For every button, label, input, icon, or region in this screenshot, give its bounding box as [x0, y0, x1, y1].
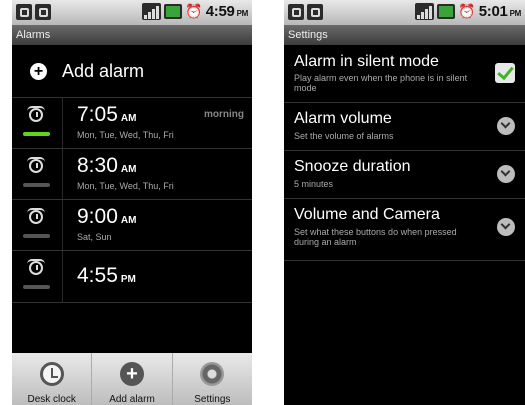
gear-icon	[200, 362, 225, 386]
sd-card-icon	[307, 4, 323, 20]
silent-mode-checkbox[interactable]	[495, 63, 515, 83]
alarm-row[interactable]: 9:00 AM Sat, Sun	[12, 199, 252, 251]
alarm-days: Sat, Sun	[77, 232, 112, 242]
sd-card-icon	[35, 4, 51, 20]
page-title: Settings	[284, 25, 525, 45]
signal-icon	[415, 3, 435, 20]
setting-snooze-duration[interactable]: Snooze duration 5 minutes	[284, 150, 525, 199]
alarm-toggle[interactable]	[12, 251, 63, 302]
alarm-clock-icon: ⏰	[458, 3, 476, 19]
alarm-toggle[interactable]	[12, 98, 63, 149]
signal-icon	[142, 3, 162, 20]
alarm-toggle[interactable]	[12, 200, 63, 251]
status-bar: ⏰ 5:01 PM	[284, 0, 525, 25]
settings-button[interactable]: Settings	[173, 353, 252, 405]
alarm-enabled-indicator	[23, 234, 50, 238]
status-bar: ⏰ 4:59 PM	[12, 0, 252, 25]
chevron-down-icon	[497, 165, 515, 183]
chevron-down-icon	[497, 218, 515, 236]
alarm-days: Mon, Tue, Wed, Thu, Fri	[77, 181, 174, 191]
usb-icon	[288, 4, 304, 20]
alarm-time: 8:30 AM	[77, 154, 137, 177]
bottom-menu: Desk clock + Add alarm Settings	[12, 353, 252, 405]
setting-title: Snooze duration	[294, 158, 411, 175]
alarm-label: morning	[204, 109, 244, 120]
setting-summary: 5 minutes	[294, 179, 334, 189]
alarms-screen: ⏰ 4:59 PM Alarms + Add alarm 7:05 AM Mon, …	[12, 0, 252, 405]
alarm-days: Mon, Tue, Wed, Thu, Fri	[77, 130, 174, 140]
setting-summary: Set what these buttons do when pressed d…	[294, 227, 457, 247]
battery-icon	[164, 4, 183, 19]
alarm-time: 9:00 AM	[77, 205, 137, 228]
setting-title: Alarm in silent mode	[294, 53, 439, 70]
alarm-row[interactable]: 8:30 AM Mon, Tue, Wed, Thu, Fri	[12, 148, 252, 200]
add-alarm-menu-label: Add alarm	[109, 394, 155, 405]
plus-icon: +	[119, 362, 144, 386]
alarm-clock-icon	[27, 208, 45, 224]
alarm-clock-icon	[27, 106, 45, 122]
setting-title: Volume and Camera	[294, 206, 440, 223]
add-alarm-button[interactable]: + Add alarm	[92, 353, 173, 405]
settings-screen: ⏰ 5:01 PM Settings Alarm in silent mode P…	[284, 0, 525, 405]
alarm-enabled-indicator	[23, 285, 50, 289]
alarm-row[interactable]: 4:55 PM	[12, 250, 252, 303]
battery-icon	[437, 4, 456, 19]
chevron-down-icon	[497, 117, 515, 135]
status-time: 4:59 PM	[205, 3, 249, 20]
plus-icon: +	[30, 62, 47, 80]
alarm-clock-icon	[27, 259, 45, 275]
settings-label: Settings	[194, 394, 231, 405]
add-alarm-label: Add alarm	[62, 60, 145, 81]
add-alarm-row[interactable]: + Add alarm	[12, 45, 252, 97]
setting-summary: Set the volume of alarms	[294, 131, 394, 141]
status-time: 5:01 PM	[478, 3, 522, 20]
page-title: Alarms	[12, 25, 252, 45]
setting-volume-camera[interactable]: Volume and Camera Set what these buttons…	[284, 198, 525, 261]
alarm-clock-icon: ⏰	[185, 3, 203, 19]
desk-clock-button[interactable]: Desk clock	[12, 353, 93, 405]
alarm-time: 7:05 AM	[77, 103, 137, 126]
setting-summary: Play alarm even when the phone is in sil…	[294, 73, 468, 93]
alarm-row[interactable]: 7:05 AM Mon, Tue, Wed, Thu, Fri morning	[12, 97, 252, 149]
setting-alarm-volume[interactable]: Alarm volume Set the volume of alarms	[284, 102, 525, 151]
setting-silent-mode[interactable]: Alarm in silent mode Play alarm even whe…	[284, 45, 525, 103]
alarm-toggle[interactable]	[12, 149, 63, 200]
alarm-enabled-indicator	[23, 183, 50, 187]
alarm-enabled-indicator	[23, 132, 50, 136]
alarm-clock-icon	[27, 157, 45, 173]
desk-clock-label: Desk clock	[27, 394, 76, 405]
clock-icon	[39, 362, 64, 386]
usb-icon	[16, 4, 32, 20]
setting-title: Alarm volume	[294, 110, 392, 127]
alarm-time: 4:55 PM	[77, 264, 136, 287]
